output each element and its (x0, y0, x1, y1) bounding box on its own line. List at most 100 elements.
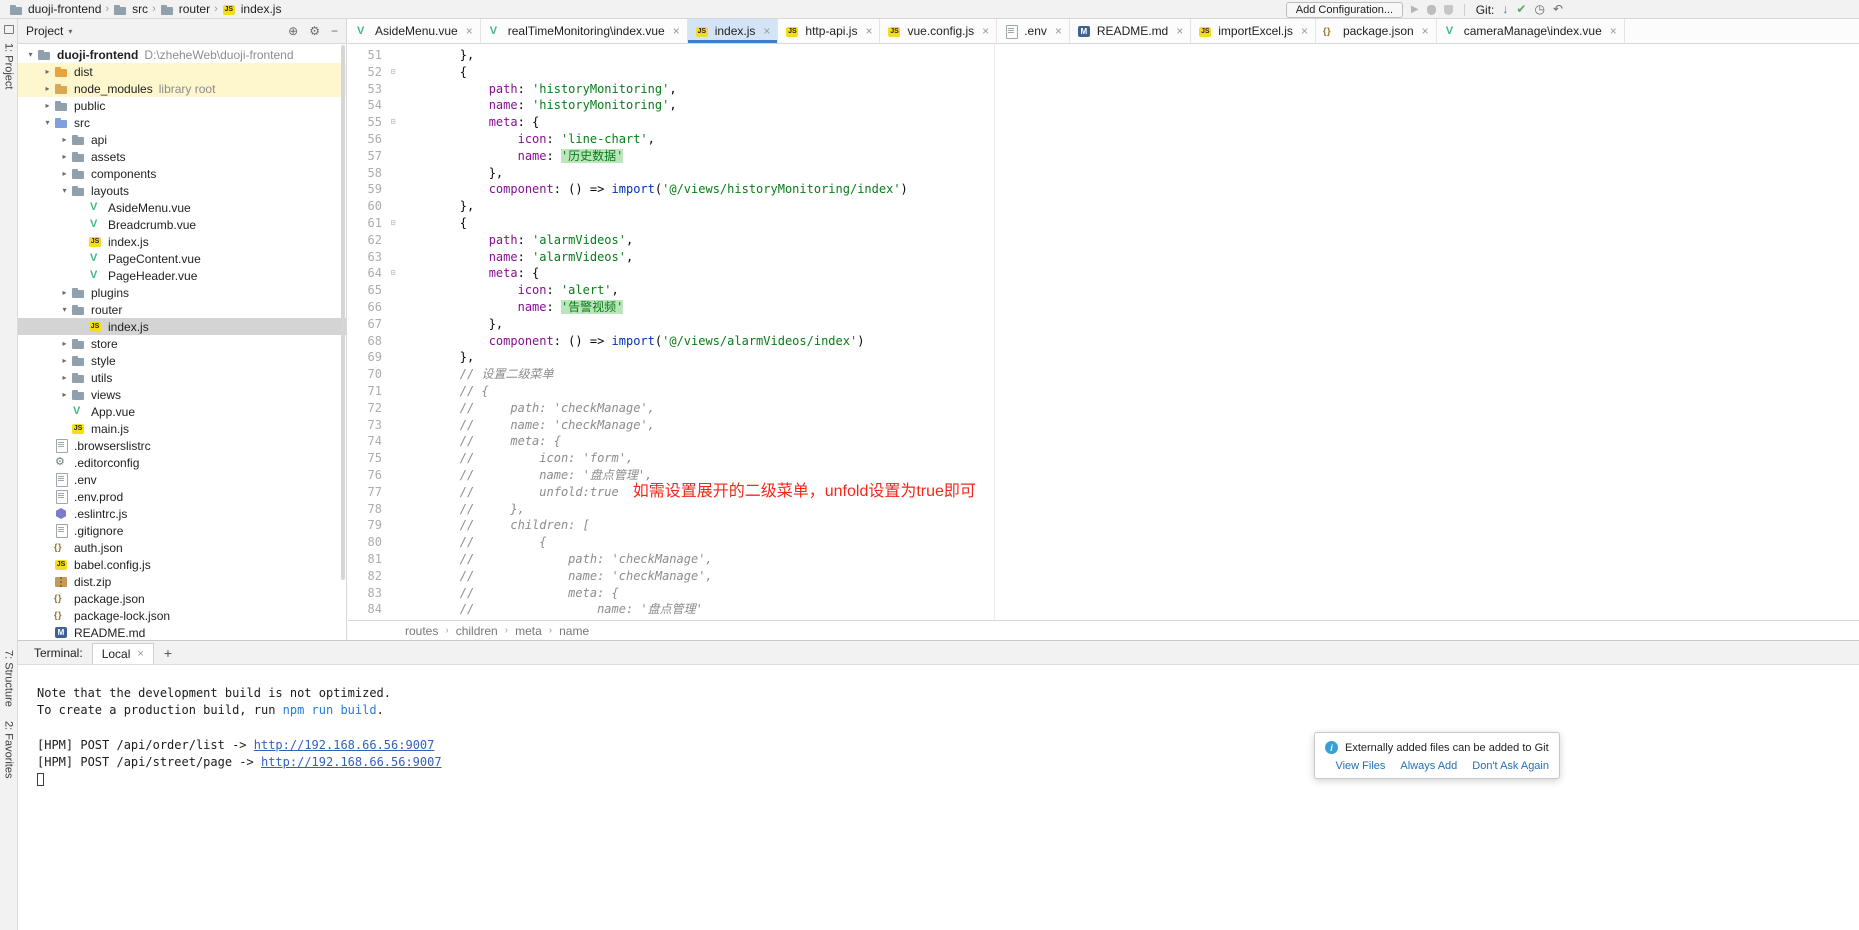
code-editor[interactable]: 51 },52⊟ {53 path: 'historyMonitoring',5… (348, 44, 1859, 620)
line-number[interactable]: 52 (348, 64, 384, 81)
tree-row-dist.zip[interactable]: dist.zip (18, 573, 346, 590)
close-icon[interactable]: × (1301, 24, 1308, 38)
vcs-history-icon[interactable]: ◷ (1534, 0, 1544, 19)
line-number[interactable]: 75 (348, 450, 384, 467)
line-number[interactable]: 55 (348, 114, 384, 131)
editor-tab-.env[interactable]: .env× (997, 19, 1070, 43)
line-number[interactable]: 62 (348, 232, 384, 249)
tree-row-dist[interactable]: ▸dist (18, 63, 346, 80)
tree-row-Breadcrumb.vue[interactable]: Breadcrumb.vue (18, 216, 346, 233)
editor-tab-importExcel.js[interactable]: importExcel.js× (1191, 19, 1316, 43)
tree-row-.editorconfig[interactable]: .editorconfig (18, 454, 346, 471)
notification-action-always-add[interactable]: Always Add (1400, 760, 1457, 772)
line-number[interactable]: 63 (348, 249, 384, 266)
notification-action-view-files[interactable]: View Files (1335, 760, 1385, 772)
chevron-right-icon[interactable]: ▸ (58, 373, 71, 382)
stripe-button-structure[interactable]: 7: Structure (3, 643, 15, 714)
add-configuration-button[interactable]: Add Configuration... (1286, 2, 1403, 18)
hide-panel-icon[interactable]: − (331, 24, 338, 38)
project-scrollbar[interactable] (341, 45, 345, 580)
tree-row-.gitignore[interactable]: .gitignore (18, 522, 346, 539)
terminal-tab-local[interactable]: Local × (92, 643, 154, 664)
editor-breadcrumb-item-name[interactable]: name (559, 624, 589, 638)
close-icon[interactable]: × (865, 24, 872, 38)
close-icon[interactable]: × (1610, 24, 1617, 38)
run-icon[interactable]: ▶ (1411, 0, 1419, 19)
chevron-down-icon[interactable]: ▾ (41, 118, 54, 127)
tree-row-.env.prod[interactable]: .env.prod (18, 488, 346, 505)
line-number[interactable]: 57 (348, 148, 384, 165)
close-icon[interactable]: × (1055, 24, 1062, 38)
tree-row-utils[interactable]: ▸utils (18, 369, 346, 386)
line-number[interactable]: 64 (348, 265, 384, 282)
close-icon[interactable]: × (1176, 24, 1183, 38)
tree-row-babel.config.js[interactable]: babel.config.js (18, 556, 346, 573)
breadcrumb-item-router[interactable]: router (157, 2, 213, 16)
breadcrumb-item-duoji-frontend[interactable]: duoji-frontend (6, 2, 104, 16)
settings-gear-icon[interactable]: ⚙ (309, 24, 320, 38)
tree-row-views[interactable]: ▸views (18, 386, 346, 403)
tree-row-src[interactable]: ▾src (18, 114, 346, 131)
terminal-link[interactable]: http://192.168.66.56:9007 (254, 738, 435, 752)
line-number[interactable]: 54 (348, 97, 384, 114)
chevron-down-icon[interactable]: ▾ (58, 305, 71, 314)
tree-row-plugins[interactable]: ▸plugins (18, 284, 346, 301)
line-number[interactable]: 73 (348, 417, 384, 434)
new-terminal-button[interactable]: + (164, 641, 172, 665)
line-number[interactable]: 69 (348, 349, 384, 366)
chevron-right-icon[interactable]: ▸ (58, 135, 71, 144)
notification-action-don-t-ask-again[interactable]: Don't Ask Again (1472, 760, 1549, 772)
editor-breadcrumb-item-meta[interactable]: meta (515, 624, 542, 638)
close-icon[interactable]: × (466, 24, 473, 38)
editor-tab-index.js[interactable]: index.js× (688, 19, 779, 43)
tree-row-router[interactable]: ▾router (18, 301, 346, 318)
editor-tab-realTimeMonitoring\index.vue[interactable]: realTimeMonitoring\index.vue× (481, 19, 688, 43)
editor-breadcrumb-item-routes[interactable]: routes (405, 624, 438, 638)
line-number[interactable]: 59 (348, 181, 384, 198)
line-number[interactable]: 84 (348, 601, 384, 618)
tree-row-package-lock.json[interactable]: package-lock.json (18, 607, 346, 624)
tree-row-App.vue[interactable]: App.vue (18, 403, 346, 420)
tree-row-node_modules[interactable]: ▸node_moduleslibrary root (18, 80, 346, 97)
line-number[interactable]: 70 (348, 366, 384, 383)
fold-marker-icon[interactable]: ⊟ (384, 265, 402, 282)
chevron-right-icon[interactable]: ▸ (41, 84, 54, 93)
tree-row-.eslintrc.js[interactable]: .eslintrc.js (18, 505, 346, 522)
close-icon[interactable]: × (137, 648, 143, 660)
tree-row-auth.json[interactable]: auth.json (18, 539, 346, 556)
tree-row-components[interactable]: ▸components (18, 165, 346, 182)
line-number[interactable]: 65 (348, 282, 384, 299)
tree-row-PageContent.vue[interactable]: PageContent.vue (18, 250, 346, 267)
line-number[interactable]: 61 (348, 215, 384, 232)
tree-row-index.js[interactable]: index.js (18, 233, 346, 250)
line-number[interactable]: 58 (348, 165, 384, 182)
fold-marker-icon[interactable]: ⊟ (384, 215, 402, 232)
tree-row-.env[interactable]: .env (18, 471, 346, 488)
vcs-rollback-icon[interactable]: ↶ (1553, 0, 1563, 19)
line-number[interactable]: 56 (348, 131, 384, 148)
line-number[interactable]: 71 (348, 383, 384, 400)
breadcrumb-item-src[interactable]: src (110, 2, 151, 16)
line-number[interactable]: 53 (348, 81, 384, 98)
line-number[interactable]: 60 (348, 198, 384, 215)
fold-marker-icon[interactable]: ⊟ (384, 64, 402, 81)
close-icon[interactable]: × (1422, 24, 1429, 38)
tree-row-PageHeader.vue[interactable]: PageHeader.vue (18, 267, 346, 284)
line-number[interactable]: 79 (348, 517, 384, 534)
tree-row-style[interactable]: ▸style (18, 352, 346, 369)
chevron-down-icon[interactable]: ▾ (58, 186, 71, 195)
chevron-right-icon[interactable]: ▸ (58, 356, 71, 365)
line-number[interactable]: 76 (348, 467, 384, 484)
breadcrumb-item-index.js[interactable]: index.js (219, 2, 285, 16)
line-number[interactable]: 72 (348, 400, 384, 417)
line-number[interactable]: 80 (348, 534, 384, 551)
chevron-right-icon[interactable]: ▸ (58, 390, 71, 399)
line-number[interactable]: 66 (348, 299, 384, 316)
tree-row-main.js[interactable]: main.js (18, 420, 346, 437)
tree-row-store[interactable]: ▸store (18, 335, 346, 352)
chevron-down-icon[interactable]: ▾ (24, 50, 37, 59)
line-number[interactable]: 83 (348, 585, 384, 602)
tree-row-assets[interactable]: ▸assets (18, 148, 346, 165)
chevron-right-icon[interactable]: ▸ (58, 169, 71, 178)
tree-row-AsideMenu.vue[interactable]: AsideMenu.vue (18, 199, 346, 216)
